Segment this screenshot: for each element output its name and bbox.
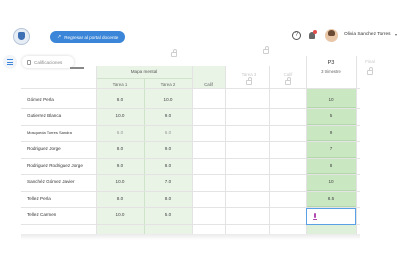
hamburger-icon (7, 59, 13, 60)
student-name: Sanchéz Gómez Javier (27, 179, 75, 184)
help-icon[interactable]: ? (292, 31, 301, 40)
grades-table: Mapa mental Tarea 1 Tarea 2 Calif Tarea … (21, 46, 375, 234)
grade-cell[interactable]: 10.0 (96, 179, 144, 184)
student-name: Tellez Carmen (27, 212, 57, 217)
grade-cell[interactable]: 9.0 (144, 146, 192, 151)
grade-cell[interactable]: 9.0 (96, 163, 144, 168)
period-p3-header[interactable]: P3 3 trimestre (306, 56, 356, 88)
period-subtitle: 3 trimestre (321, 69, 341, 74)
notification-dot (313, 30, 317, 34)
grade-cell[interactable]: 8.0 (96, 146, 144, 151)
grade-cell[interactable]: 6.0 (96, 130, 144, 135)
grade-cell[interactable]: 10.0 (96, 113, 144, 118)
period-grade: 7 (329, 146, 333, 151)
top-bar: ↗ Regresar al portal docente ? Olivia Sa… (0, 0, 400, 45)
student-name: Rodriguez Rodriguez Jorge (27, 163, 83, 168)
grade-cell[interactable]: 10.0 (144, 97, 192, 102)
return-portal-label: Regresar al portal docente (64, 34, 119, 40)
text-cursor-icon (313, 213, 317, 220)
tab-calificaciones[interactable]: Calificaciones (22, 56, 74, 68)
chevron-down-icon[interactable]: ▾ (395, 32, 397, 37)
lock-icon (367, 67, 373, 75)
lock-icon (263, 46, 269, 54)
period-grade: 9 (329, 130, 333, 135)
exit-arrow-icon: ↗ (57, 34, 62, 40)
calif-header[interactable]: Calif (192, 82, 225, 87)
grade-cell[interactable]: 8.0 (144, 196, 192, 201)
grade-cell[interactable]: 8.0 (144, 163, 192, 168)
student-name: Gómez Perla (27, 97, 54, 102)
lock-icon (246, 77, 252, 85)
lock-icon (285, 77, 291, 85)
clipboard-icon (27, 59, 31, 65)
grade-cell[interactable]: 8.0 (96, 97, 144, 102)
return-portal-button[interactable]: ↗ Regresar al portal docente (50, 31, 125, 43)
grade-cell[interactable]: 6.0 (144, 130, 192, 135)
period-grade: 8 (329, 163, 333, 168)
task2-header[interactable]: Tarea 2 (144, 82, 192, 87)
period-grade: 5 (329, 113, 333, 118)
grade-cell[interactable]: 5.0 (144, 212, 192, 217)
grade-cell[interactable]: 9.0 (144, 113, 192, 118)
notification-bell-icon[interactable] (308, 30, 317, 40)
student-name: Mosqueda Torres Sandra (27, 130, 72, 135)
grade-cell[interactable]: 7.0 (144, 179, 192, 184)
user-name[interactable]: Olivia Sanchez Torres (344, 32, 391, 37)
avatar[interactable] (325, 29, 338, 42)
period-title: P3 (327, 60, 335, 66)
table-footer-shadow (21, 234, 360, 240)
menu-button[interactable] (3, 55, 17, 69)
school-logo (13, 28, 30, 45)
student-name: Tellez Perla (27, 196, 51, 201)
period-grade: 10 (328, 179, 334, 184)
task1-header[interactable]: Tarea 1 (96, 82, 144, 87)
grade-cell[interactable]: 8.0 (96, 196, 144, 201)
student-name: Rodriguez Jorge (27, 146, 61, 151)
grade-cell[interactable]: 10.0 (96, 212, 144, 217)
student-name: Gutierrez Blanca (27, 113, 62, 118)
mental-map-header: Mapa mental (130, 69, 158, 74)
ghost-final-header: Final (365, 59, 375, 64)
lock-icon (171, 49, 177, 57)
period-grade: 10 (328, 97, 334, 102)
tab-calificaciones-label: Calificaciones (34, 59, 63, 65)
period-grade: 8.5 (327, 196, 335, 201)
tab-underline (70, 67, 84, 69)
